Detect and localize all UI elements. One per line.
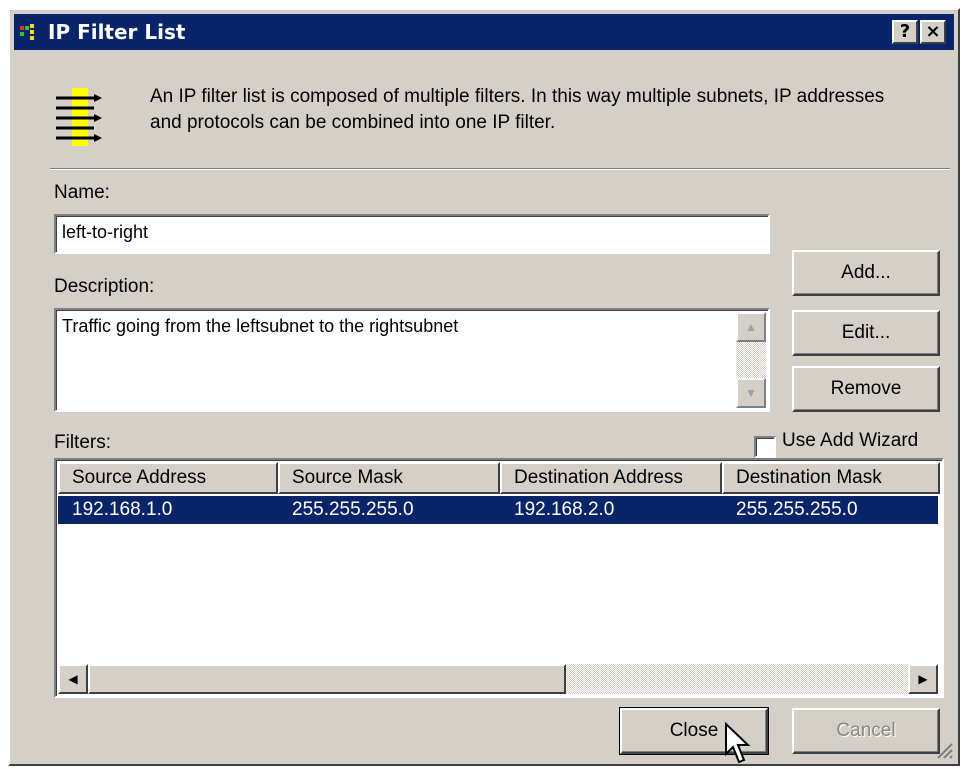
name-field[interactable]: left-to-right [54, 214, 770, 254]
description-label: Description: [54, 276, 155, 297]
filters-label: Filters: [54, 432, 111, 453]
name-field-value: left-to-right [62, 222, 149, 242]
resize-grip-icon[interactable] [934, 740, 954, 760]
description-field[interactable]: Traffic going from the leftsubnet to the… [54, 308, 770, 412]
filter-list-icon [56, 88, 102, 146]
scroll-right-button[interactable]: ▶ [908, 664, 938, 694]
intro-text: An IP filter list is composed of multipl… [150, 86, 885, 133]
arrow-up-icon: ▲ [745, 320, 757, 334]
close-icon: × [925, 21, 941, 42]
help-icon: ? [899, 21, 911, 42]
title-bar[interactable]: IP Filter List ? × [14, 14, 954, 50]
column-header-destination-mask[interactable]: Destination Mask [722, 462, 940, 494]
scroll-left-button[interactable]: ◀ [58, 664, 88, 694]
column-header-source-address[interactable]: Source Address [58, 462, 278, 494]
arrow-down-icon: ▼ [745, 386, 757, 400]
use-add-wizard-checkbox[interactable] [754, 436, 776, 458]
remove-button[interactable]: Remove [792, 366, 940, 412]
add-button-label: Add... [841, 262, 891, 283]
close-window-button[interactable]: × [920, 20, 946, 44]
remove-button-label: Remove [830, 378, 902, 399]
description-scrollbar[interactable]: ▲ ▼ [736, 312, 766, 408]
description-field-value: Traffic going from the leftsubnet to the… [62, 316, 459, 336]
cell-source-mask: 255.255.255.0 [292, 499, 414, 520]
window-title: IP Filter List [48, 20, 186, 44]
cancel-button[interactable]: Cancel [792, 708, 940, 754]
edit-button-label: Edit... [841, 322, 891, 343]
ip-filter-list-dialog: IP Filter List ? × An IP filter list is … [8, 8, 960, 766]
cell-destination-address: 192.168.2.0 [514, 499, 615, 520]
cancel-button-label: Cancel [836, 720, 896, 741]
app-icon [20, 24, 34, 40]
filters-horizontal-scrollbar[interactable]: ◀ ▶ [58, 664, 938, 694]
scrollbar-thumb[interactable] [88, 664, 566, 694]
scroll-up-button[interactable]: ▲ [736, 312, 766, 342]
table-row[interactable]: 192.168.1.0 255.255.255.0 192.168.2.0 25… [58, 496, 938, 524]
filters-list[interactable]: Source Address Source Mask Destination A… [54, 458, 944, 698]
add-button[interactable]: Add... [792, 250, 940, 296]
cell-source-address: 192.168.1.0 [72, 499, 173, 520]
column-header-source-mask[interactable]: Source Mask [278, 462, 500, 494]
scroll-down-button[interactable]: ▼ [736, 378, 766, 408]
column-header-destination-address[interactable]: Destination Address [500, 462, 722, 494]
arrow-left-icon: ◀ [68, 672, 78, 686]
arrow-right-icon: ▶ [918, 672, 928, 686]
help-button[interactable]: ? [892, 20, 918, 44]
use-add-wizard-label[interactable]: Use Add Wizard [782, 430, 918, 452]
edit-button[interactable]: Edit... [792, 310, 940, 356]
name-label: Name: [54, 182, 110, 203]
cell-destination-mask: 255.255.255.0 [736, 499, 858, 520]
mouse-pointer-icon [725, 722, 751, 764]
separator [50, 168, 950, 170]
